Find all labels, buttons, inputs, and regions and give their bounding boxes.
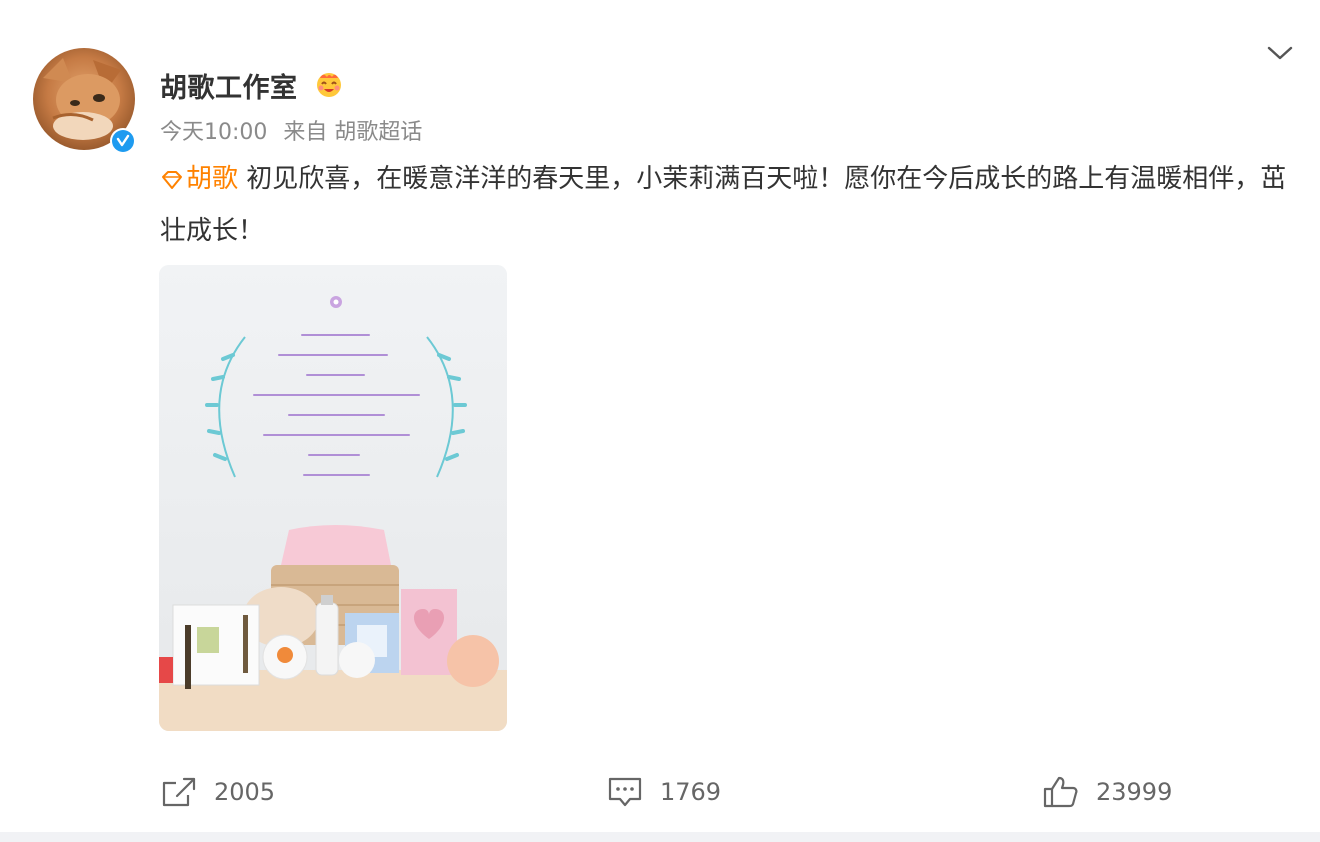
post-meta: 今天10:00 来自 胡歌超话 <box>160 114 438 146</box>
topic-link[interactable]: 胡歌 <box>160 164 238 194</box>
post-body: 初见欣喜，在暖意洋洋的春天里，小茉莉满百天啦！愿你在今后成长的路上有温暖相伴，茁… <box>160 164 1287 246</box>
post-image[interactable] <box>159 265 507 731</box>
post-source[interactable]: 来自 胡歌超话 <box>283 120 422 145</box>
diamond-topic-icon <box>162 171 182 189</box>
author-name[interactable]: 胡歌工作室 <box>160 66 298 105</box>
weibo-post-card: 胡歌工作室 今天10:00 来自 胡歌超话 胡歌 初见欣喜，在暖意洋洋的春天里，小… <box>0 0 1320 832</box>
comment-count: 1769 <box>660 778 722 806</box>
post-time[interactable]: 今天10:00 <box>160 120 267 145</box>
like-button[interactable]: 23999 <box>1042 772 1172 812</box>
like-count: 23999 <box>1096 778 1173 806</box>
share-icon <box>162 777 196 807</box>
comment-button[interactable]: 1769 <box>606 772 721 812</box>
comment-icon <box>608 777 642 807</box>
verified-badge-icon <box>110 128 136 154</box>
repost-button[interactable]: 2005 <box>160 772 275 812</box>
post-text: 胡歌 初见欣喜，在暖意洋洋的春天里，小茉莉满百天啦！愿你在今后成长的路上有温暖相… <box>160 153 1295 257</box>
topic-label: 胡歌 <box>186 164 239 194</box>
thumbs-up-icon <box>1043 776 1078 808</box>
chevron-down-icon[interactable] <box>1266 42 1294 64</box>
repost-count: 2005 <box>214 778 276 806</box>
card-separator <box>0 832 1320 842</box>
vip-emoji-icon <box>314 70 344 100</box>
